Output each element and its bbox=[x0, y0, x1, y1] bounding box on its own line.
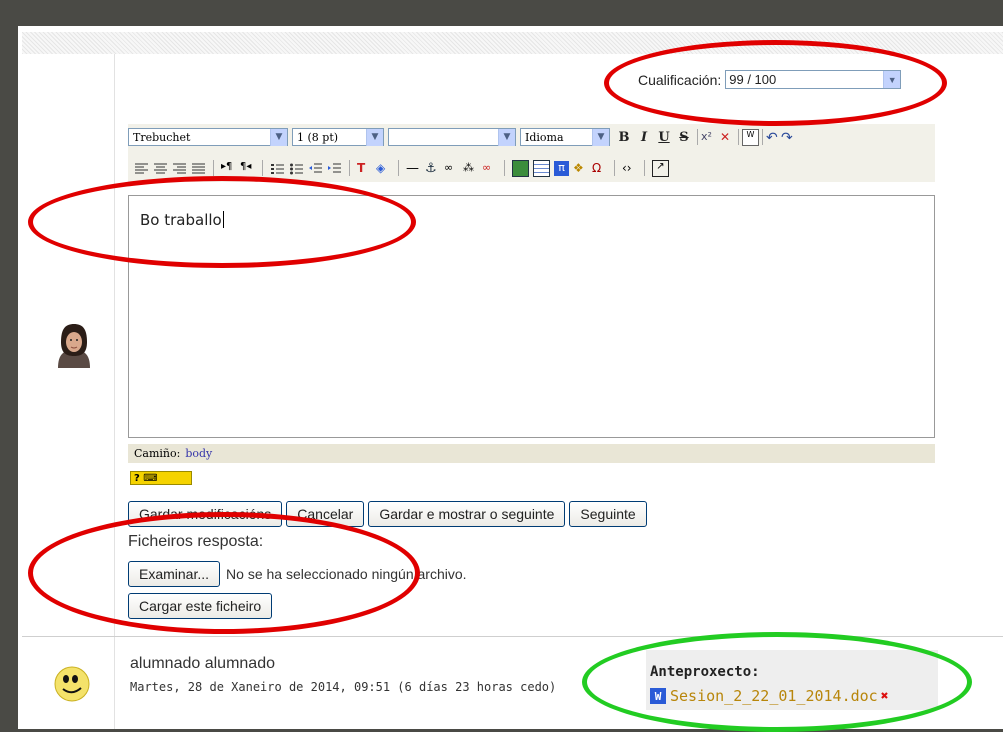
text-color-icon[interactable]: T bbox=[357, 161, 372, 176]
chevron-down-icon[interactable]: ▼ bbox=[883, 71, 901, 88]
toolbar-separator bbox=[762, 129, 763, 145]
editor-toolbar: Trebuchet ▼ 1 (8 pt) ▼ ▼ Idioma ▼ B I U … bbox=[128, 124, 935, 182]
equation-icon[interactable]: π bbox=[554, 160, 569, 176]
toolbar-separator bbox=[504, 160, 505, 176]
teacher-avatar bbox=[50, 320, 98, 368]
image-icon[interactable] bbox=[512, 159, 529, 177]
grade-select[interactable]: 99 / 100 ▼ bbox=[725, 70, 902, 89]
attachment-link[interactable]: Sesion_2_22_01_2014.doc bbox=[670, 687, 878, 705]
underline-button[interactable]: U bbox=[654, 130, 674, 145]
submission-date: Martes, 28 de Xaneiro de 2014, 09:51 (6 … bbox=[130, 680, 557, 694]
path-label: Camiño: bbox=[134, 447, 181, 460]
unlink-icon[interactable]: ⁂ bbox=[463, 161, 478, 176]
upload-button[interactable]: Cargar este ficheiro bbox=[128, 593, 273, 619]
chevron-down-icon[interactable]: ▼ bbox=[366, 128, 383, 146]
outdent-icon[interactable] bbox=[308, 161, 323, 176]
grade-label: Cualificación: bbox=[638, 71, 722, 88]
chevron-down-icon[interactable]: ▼ bbox=[270, 128, 287, 146]
chevron-down-icon[interactable]: ▼ bbox=[592, 128, 609, 146]
indent-icon[interactable] bbox=[327, 161, 342, 176]
delete-icon[interactable]: ✖ bbox=[881, 689, 889, 704]
strike-button[interactable]: S bbox=[674, 130, 694, 145]
clear-format-icon[interactable]: ✕ bbox=[720, 130, 735, 145]
row-divider bbox=[22, 636, 1003, 637]
file-picker-row: Examinar... No se ha seleccionado ningún… bbox=[128, 561, 467, 587]
help-icon[interactable]: ? ⌨ bbox=[130, 471, 192, 485]
student-name[interactable]: alumnado alumnado bbox=[130, 655, 275, 673]
chevron-down-icon[interactable]: ▼ bbox=[498, 128, 515, 146]
cancel-button[interactable]: Cancelar bbox=[286, 501, 365, 527]
toolbar-row-2: ▸¶ ¶◂ T ◈ — ⚓ ∞ ⁂ ∞ π ❖ Ω ‹› ↗ bbox=[134, 158, 669, 178]
table-icon[interactable] bbox=[533, 159, 550, 177]
horizontal-rule-icon[interactable]: — bbox=[406, 161, 421, 176]
language-select[interactable]: Idioma ▼ bbox=[520, 128, 610, 146]
fullscreen-icon[interactable]: ↗ bbox=[652, 159, 669, 177]
emoticon-icon[interactable]: ❖ bbox=[573, 161, 588, 176]
toolbar-separator bbox=[213, 160, 214, 176]
toolbar-separator bbox=[738, 129, 739, 145]
toolbar-row-1: Trebuchet ▼ 1 (8 pt) ▼ ▼ Idioma ▼ B I U … bbox=[128, 126, 796, 148]
superscript-icon[interactable]: x² bbox=[701, 130, 716, 145]
next-button[interactable]: Seguinte bbox=[569, 501, 647, 527]
toolbar-separator bbox=[644, 160, 645, 176]
align-center-icon[interactable] bbox=[153, 161, 168, 176]
align-left-icon[interactable] bbox=[134, 161, 149, 176]
column-divider-bottom bbox=[114, 637, 115, 729]
anchor-icon[interactable]: ⚓ bbox=[425, 161, 440, 176]
no-file-text: No se ha seleccionado ningún archivo. bbox=[226, 566, 467, 582]
attachment-box: Anteproxecto: W Sesion_2_22_01_2014.doc … bbox=[646, 650, 938, 710]
italic-button[interactable]: I bbox=[634, 130, 654, 145]
link-icon[interactable]: ∞ bbox=[444, 161, 459, 176]
redo-icon[interactable]: ↷ bbox=[781, 130, 796, 146]
browse-button[interactable]: Examinar... bbox=[128, 561, 221, 587]
grade-value: 99 / 100 bbox=[729, 72, 777, 87]
font-family-select[interactable]: Trebuchet ▼ bbox=[128, 128, 288, 146]
html-source-icon[interactable]: ‹› bbox=[622, 161, 637, 176]
text-caret bbox=[222, 211, 224, 228]
upload-row: Cargar este ficheiro bbox=[128, 593, 273, 619]
editor-path-bar: Camiño: body bbox=[128, 444, 935, 463]
files-label: Ficheiros resposta: bbox=[128, 533, 264, 550]
justify-icon[interactable] bbox=[191, 161, 206, 176]
toolbar-separator bbox=[697, 129, 698, 145]
header-hatch bbox=[22, 32, 1003, 54]
nolink-icon[interactable]: ∞ bbox=[482, 161, 497, 176]
action-buttons: Gardar modificacións Cancelar Gardar e m… bbox=[128, 501, 647, 527]
toolbar-separator bbox=[349, 160, 350, 176]
attachment-file: W Sesion_2_22_01_2014.doc ✖ bbox=[650, 687, 889, 705]
attachment-title: Anteproxecto: bbox=[650, 664, 760, 680]
align-right-icon[interactable] bbox=[172, 161, 187, 176]
ordered-list-icon[interactable] bbox=[270, 161, 285, 176]
bold-button[interactable]: B bbox=[614, 130, 634, 145]
student-avatar bbox=[50, 660, 98, 708]
format-select[interactable]: ▼ bbox=[388, 128, 516, 146]
grade-row: Cualificación: 99 / 100 ▼ bbox=[638, 70, 902, 89]
unordered-list-icon[interactable] bbox=[289, 161, 304, 176]
save-button[interactable]: Gardar modificacións bbox=[128, 501, 283, 527]
save-next-button[interactable]: Gardar e mostrar o seguinte bbox=[368, 501, 566, 527]
ltr-icon[interactable]: ▸¶ bbox=[221, 161, 236, 176]
rtl-icon[interactable]: ¶◂ bbox=[240, 161, 255, 176]
editor-content: Bo traballo bbox=[140, 211, 224, 229]
editor-textarea[interactable]: Bo traballo bbox=[128, 195, 935, 438]
toolbar-separator bbox=[262, 160, 263, 176]
toolbar-separator bbox=[614, 160, 615, 176]
toolbar-separator bbox=[398, 160, 399, 176]
path-body-link[interactable]: body bbox=[185, 447, 212, 460]
bg-color-icon[interactable]: ◈ bbox=[376, 161, 391, 176]
column-divider bbox=[114, 54, 115, 636]
font-size-select[interactable]: 1 (8 pt) ▼ bbox=[292, 128, 384, 146]
paste-word-icon[interactable]: W bbox=[742, 128, 759, 146]
word-doc-icon: W bbox=[650, 688, 666, 704]
special-char-icon[interactable]: Ω bbox=[592, 161, 607, 176]
undo-icon[interactable]: ↶ bbox=[766, 130, 781, 146]
